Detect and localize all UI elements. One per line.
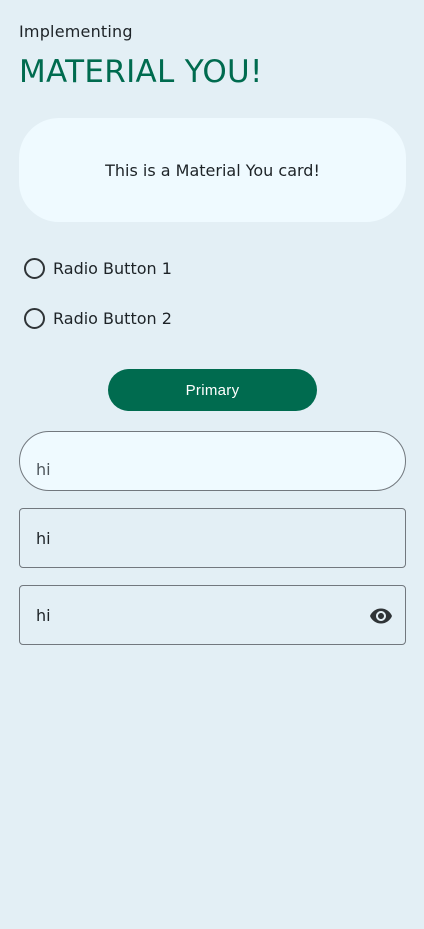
password-text-field[interactable] — [19, 585, 406, 645]
radio-button-1[interactable]: Radio Button 1 — [24, 256, 172, 280]
rounded-field-input[interactable] — [20, 432, 320, 490]
rounded-text-field[interactable] — [19, 431, 406, 491]
radio-label-2: Radio Button 2 — [53, 308, 172, 328]
material-card: This is a Material You card! — [19, 118, 406, 222]
page-title: MATERIAL YOU! — [19, 54, 263, 90]
primary-button[interactable]: Primary — [108, 369, 317, 411]
radio-circle-icon[interactable] — [24, 307, 45, 329]
radio-label-1: Radio Button 1 — [53, 258, 172, 278]
outlined-text-field[interactable] — [19, 508, 406, 568]
eye-icon[interactable] — [369, 604, 393, 628]
header-subtitle: Implementing — [19, 22, 133, 41]
card-text: This is a Material You card! — [105, 160, 320, 180]
outlined-field-input[interactable] — [20, 509, 336, 567]
radio-circle-icon[interactable] — [24, 257, 45, 279]
password-field-input[interactable] — [20, 586, 336, 644]
radio-button-2[interactable]: Radio Button 2 — [24, 306, 172, 330]
